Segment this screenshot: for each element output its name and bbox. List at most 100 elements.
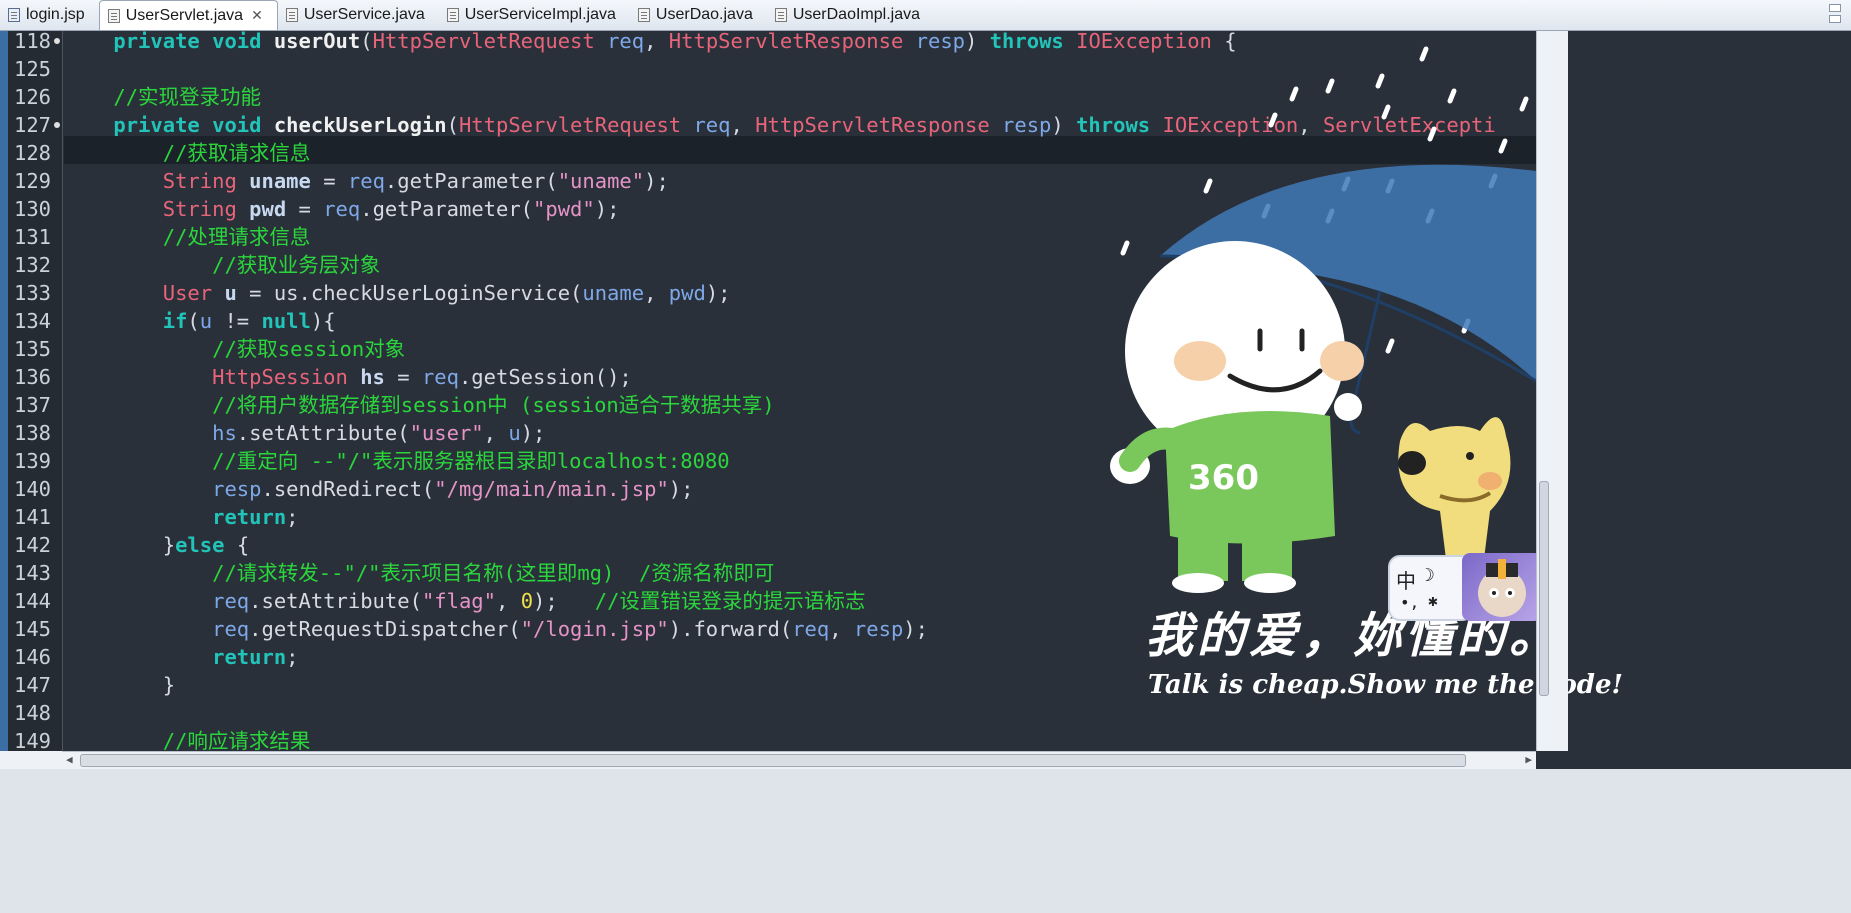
vertical-scroll-thumb[interactable]: [1539, 481, 1549, 696]
java-file-icon: [107, 8, 120, 23]
tab-login-jsp[interactable]: login.jsp: [0, 0, 99, 30]
code-line[interactable]: String uname = req.getParameter("uname")…: [64, 167, 669, 195]
ime-skin-avatar[interactable]: [1462, 553, 1542, 621]
code-token: private void: [64, 113, 274, 137]
moon-icon[interactable]: ☽: [1424, 565, 1435, 586]
code-token: ,: [483, 421, 509, 445]
line-number: 129: [14, 169, 52, 193]
code-token: req: [64, 589, 250, 613]
code-token: =: [384, 365, 422, 389]
code-line[interactable]: resp.sendRedirect("/mg/main/main.jsp");: [64, 475, 693, 503]
code-token: ,: [829, 617, 854, 641]
line-number: 133: [14, 281, 52, 305]
code-token: ): [1051, 113, 1077, 137]
code-line[interactable]: }else {: [64, 531, 249, 559]
code-token: }: [64, 673, 176, 697]
code-line[interactable]: HttpSession hs = req.getSession();: [64, 363, 632, 391]
tab-label: UserServiceImpl.java: [464, 6, 616, 23]
line-number: 128: [14, 141, 52, 165]
butterfly-icon[interactable]: ✱: [1428, 591, 1438, 610]
code-token: (: [446, 113, 459, 137]
code-line[interactable]: req.getRequestDispatcher("/login.jsp").f…: [64, 615, 928, 643]
code-token: ){: [310, 309, 336, 333]
punctuation-icon[interactable]: •,: [1400, 593, 1419, 612]
fold-toggle-icon[interactable]: [54, 122, 60, 128]
code-token: ,: [644, 281, 669, 305]
ime-language-label[interactable]: 中: [1396, 565, 1416, 594]
code-token: ): [965, 31, 990, 53]
horizontal-scrollbar[interactable]: ◀ ▶: [62, 751, 1536, 769]
maximize-icon[interactable]: [1829, 15, 1841, 23]
code-token: =: [286, 197, 324, 221]
scroll-right-arrow-icon[interactable]: ▶: [1525, 753, 1532, 766]
code-token: HttpServletRequest: [372, 31, 608, 53]
code-line[interactable]: }: [64, 671, 175, 699]
line-number: 145: [14, 617, 52, 641]
code-line[interactable]: hs.setAttribute("user", u);: [64, 419, 545, 447]
gutter-corner: [0, 751, 62, 769]
horizontal-scroll-thumb[interactable]: [80, 754, 1466, 767]
code-token: //获取请求信息: [64, 141, 311, 165]
code-token: //重定向 --"/"表示服务器根目录即localhost:8080: [64, 449, 730, 473]
scroll-left-arrow-icon[interactable]: ◀: [66, 753, 73, 766]
code-line[interactable]: //请求转发--"/"表示项目名称(这里即mg) /资源名称即可: [64, 559, 774, 587]
code-line[interactable]: User u = us.checkUserLoginService(uname,…: [64, 279, 731, 307]
code-token: resp: [853, 617, 904, 641]
code-token: req: [607, 31, 645, 53]
tab-label: login.jsp: [26, 6, 85, 23]
line-number: 132: [14, 253, 52, 277]
tab-userservice-java[interactable]: UserService.java: [278, 0, 439, 30]
code-token: resp: [915, 31, 966, 53]
ime-toolbar[interactable]: 中 ☽ •, ✱: [1390, 557, 1472, 619]
code-token: "flag": [421, 589, 496, 613]
gutter-indicator-strip: [0, 31, 8, 751]
close-icon[interactable]: ✕: [251, 7, 263, 24]
line-number: 131: [14, 225, 52, 249]
tab-label: UserService.java: [303, 6, 425, 23]
code-token: HttpSession: [64, 365, 361, 389]
code-token: req: [347, 169, 385, 193]
tab-userserviceimpl-java[interactable]: UserServiceImpl.java: [439, 0, 630, 30]
code-token: HttpServletRequest: [458, 113, 694, 137]
code-token: userOut: [273, 31, 361, 53]
minimize-icon[interactable]: [1829, 4, 1841, 12]
line-number: 141: [14, 505, 52, 529]
tab-userdaoimpl-java[interactable]: UserDaoImpl.java: [767, 0, 934, 30]
code-token: //实现登录功能: [64, 85, 262, 109]
code-line[interactable]: //获取业务层对象: [64, 251, 380, 279]
code-line[interactable]: private void checkUserLogin(HttpServletR…: [64, 111, 1495, 139]
code-token: throws: [1076, 113, 1163, 137]
code-token: {: [1224, 31, 1237, 53]
code-line[interactable]: return;: [64, 503, 298, 531]
line-number: 142: [14, 533, 52, 557]
code-token: hs: [64, 421, 237, 445]
code-token: throws: [989, 31, 1077, 53]
code-line[interactable]: req.setAttribute("flag", 0); //设置错误登录的提示…: [64, 587, 865, 615]
code-token: "pwd": [533, 197, 595, 221]
code-line[interactable]: String pwd = req.getParameter("pwd");: [64, 195, 620, 223]
code-line[interactable]: //重定向 --"/"表示服务器根目录即localhost:8080: [64, 447, 730, 475]
line-number: 126: [14, 85, 52, 109]
code-line[interactable]: //实现登录功能: [64, 83, 261, 111]
code-line[interactable]: //将用户数据存储到session中 (session适合于数据共享): [64, 391, 775, 419]
tab-userdao-java[interactable]: UserDao.java: [630, 0, 767, 30]
fold-toggle-icon[interactable]: [54, 38, 60, 44]
code-token: uname: [249, 169, 311, 193]
code-line[interactable]: //响应请求结果: [64, 727, 311, 751]
code-line[interactable]: return;: [64, 643, 298, 671]
code-line[interactable]: if(u != null){: [64, 307, 336, 335]
window-controls: [1829, 4, 1841, 23]
vertical-scrollbar[interactable]: [1536, 31, 1551, 751]
code-line[interactable]: //获取请求信息: [64, 139, 311, 167]
code-line[interactable]: //处理请求信息: [64, 223, 311, 251]
code-token: //响应请求结果: [64, 729, 311, 751]
line-number: 139: [14, 449, 52, 473]
line-number: 143: [14, 561, 52, 585]
code-token: "uname": [557, 169, 645, 193]
code-token: req: [792, 617, 830, 641]
code-token: //设置错误登录的提示语标志: [594, 589, 866, 613]
tab-userservlet-java[interactable]: UserServlet.java ✕: [98, 0, 278, 30]
code-line[interactable]: //获取session对象: [64, 335, 405, 363]
code-token: );: [520, 421, 546, 445]
code-line[interactable]: private void userOut(HttpServletRequest …: [64, 31, 1237, 55]
